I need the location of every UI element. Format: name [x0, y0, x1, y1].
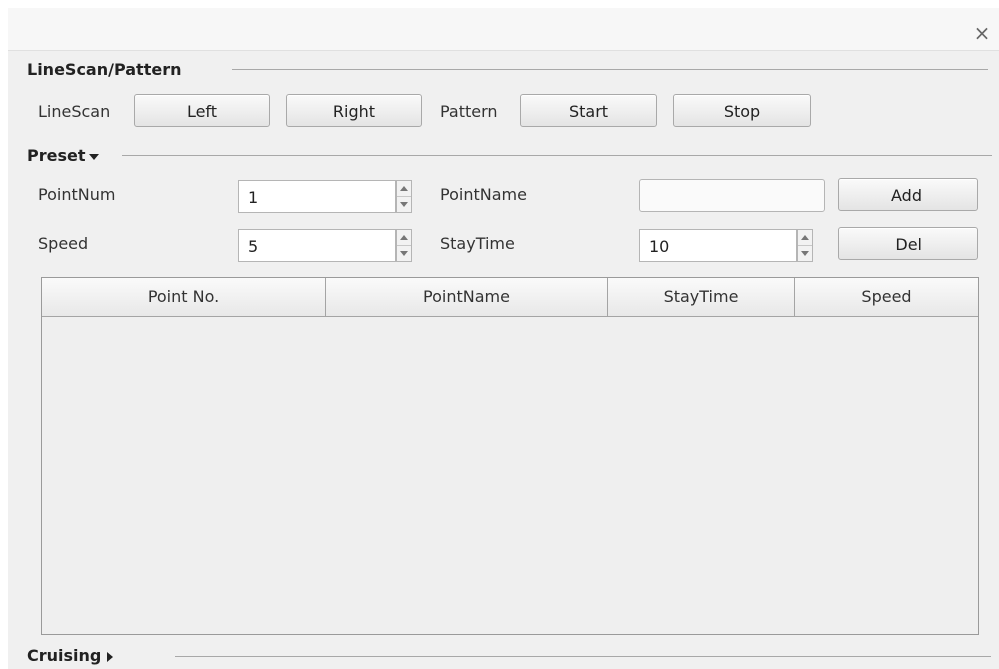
pointnum-spinner[interactable]: [396, 180, 412, 213]
speed-label: Speed: [38, 234, 89, 253]
preset-dialog: × LineScan/Pattern LineScan Left Right P…: [0, 0, 999, 669]
close-icon[interactable]: ×: [971, 20, 993, 46]
pointname-input[interactable]: [639, 179, 825, 212]
section-title-preset[interactable]: Preset: [27, 146, 99, 165]
spin-up-icon[interactable]: [397, 230, 411, 246]
section-divider: [122, 155, 992, 156]
linescan-right-button[interactable]: Right: [286, 94, 422, 127]
speed-input[interactable]: 5: [238, 229, 396, 262]
section-title-linescan-pattern: LineScan/Pattern: [27, 60, 182, 79]
preset-title-label: Preset: [27, 146, 86, 165]
add-button[interactable]: Add: [838, 178, 978, 211]
table-body[interactable]: [42, 317, 978, 634]
preset-points-table[interactable]: Point No. PointName StayTime Speed: [41, 277, 979, 635]
spin-down-icon[interactable]: [397, 246, 411, 261]
section-divider: [175, 656, 991, 657]
cruising-title-label: Cruising: [27, 646, 102, 665]
linescan-label: LineScan: [38, 102, 111, 121]
column-header-staytime[interactable]: StayTime: [608, 278, 795, 316]
linescan-left-button[interactable]: Left: [134, 94, 270, 127]
section-title-cruising[interactable]: Cruising: [27, 646, 114, 665]
pointname-label: PointName: [440, 185, 527, 204]
table-header: Point No. PointName StayTime Speed: [42, 278, 978, 317]
pattern-label: Pattern: [440, 102, 498, 121]
pointnum-label: PointNum: [38, 185, 116, 204]
column-header-speed[interactable]: Speed: [795, 278, 978, 316]
staytime-input[interactable]: 10: [639, 229, 797, 262]
staytime-spinner[interactable]: [797, 229, 813, 262]
spin-down-icon[interactable]: [397, 197, 411, 212]
spin-up-icon[interactable]: [397, 181, 411, 197]
pattern-start-button[interactable]: Start: [520, 94, 657, 127]
chevron-down-icon: [88, 153, 99, 160]
titlebar: [0, 0, 999, 8]
del-button[interactable]: Del: [838, 227, 978, 260]
spin-up-icon[interactable]: [798, 230, 812, 246]
dialog-left-edge: [0, 8, 8, 669]
speed-spinner[interactable]: [396, 229, 412, 262]
spin-down-icon[interactable]: [798, 246, 812, 261]
pattern-stop-button[interactable]: Stop: [673, 94, 811, 127]
dialog-header: ×: [8, 8, 999, 51]
chevron-right-icon: [107, 651, 114, 662]
staytime-label: StayTime: [440, 234, 515, 253]
section-divider: [232, 69, 988, 70]
pointnum-input[interactable]: 1: [238, 180, 396, 213]
column-header-point-no[interactable]: Point No.: [42, 278, 326, 316]
column-header-pointname[interactable]: PointName: [326, 278, 608, 316]
